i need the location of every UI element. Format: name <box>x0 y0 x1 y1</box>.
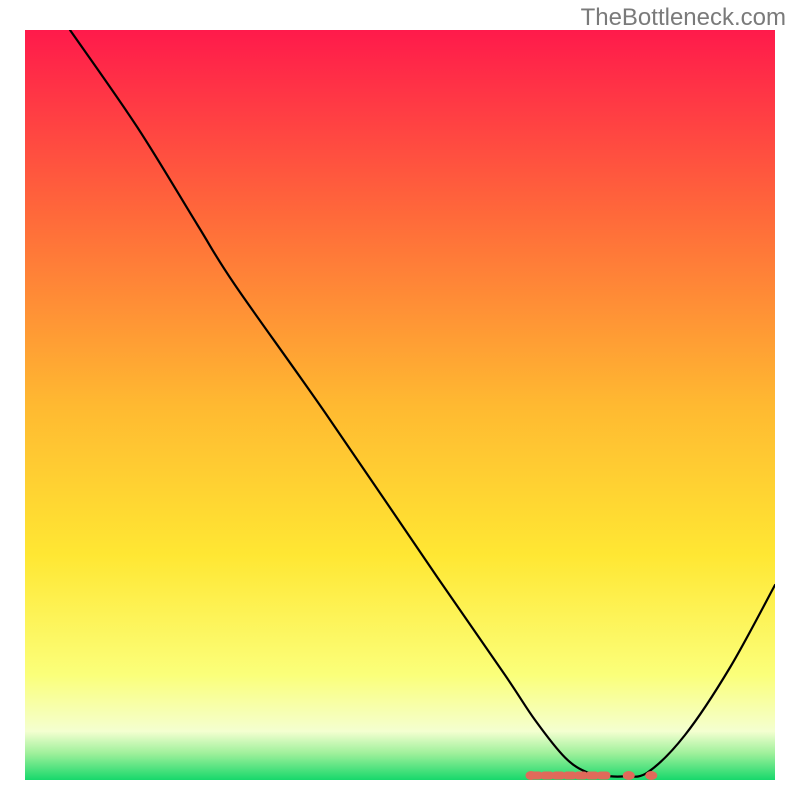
watermark-text: TheBottleneck.com <box>581 4 786 32</box>
valley-marker-dot <box>597 772 611 780</box>
chart-container: { "watermark": "TheBottleneck.com", "cha… <box>0 0 800 800</box>
valley-marker-dot <box>623 771 635 780</box>
valley-marker-dot <box>645 771 657 780</box>
gradient-background <box>25 30 775 780</box>
bottleneck-chart <box>0 0 800 800</box>
